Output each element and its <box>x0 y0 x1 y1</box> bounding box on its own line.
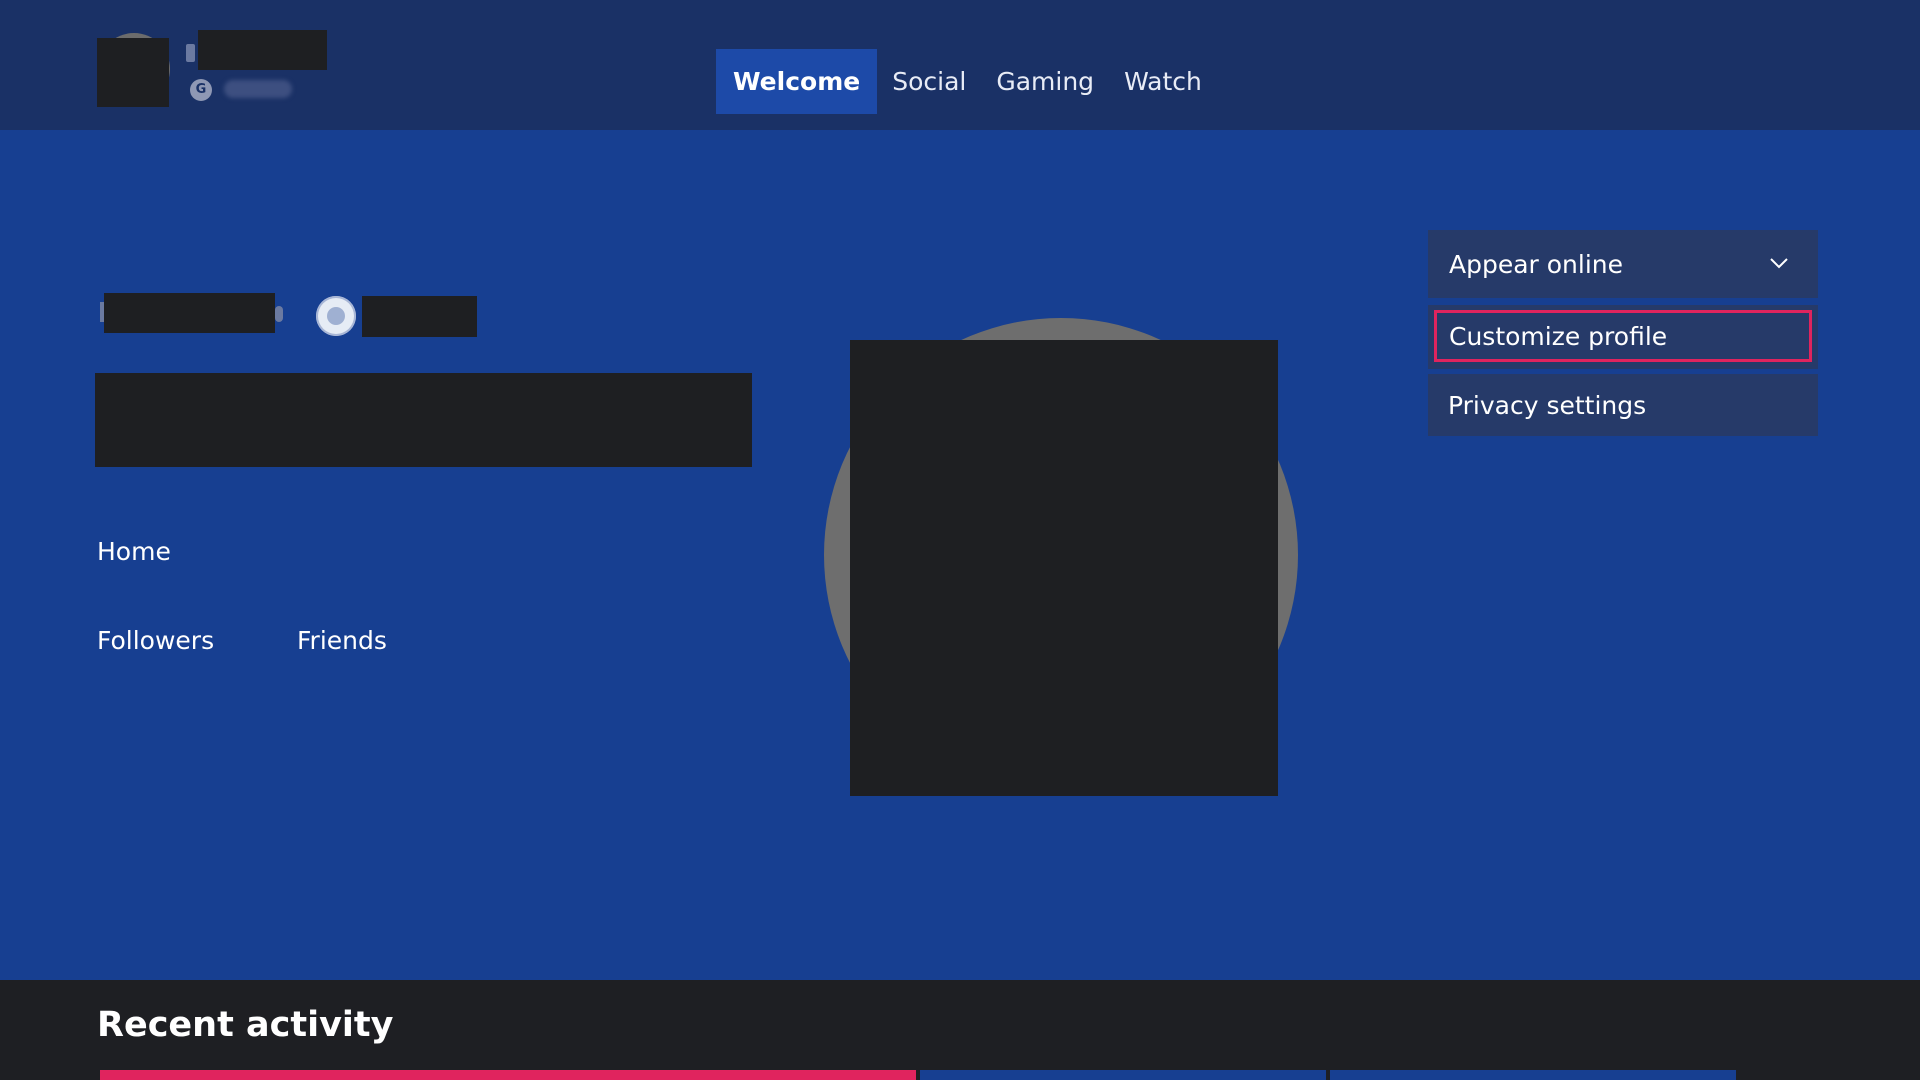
activity-card[interactable] <box>100 1070 916 1080</box>
recent-activity-title: Recent activity <box>97 1005 394 1045</box>
profile-bio <box>95 373 752 467</box>
customize-profile-button[interactable]: Customize profile <box>1428 305 1818 369</box>
focus-ring: Customize profile <box>1434 310 1812 362</box>
gamerscore-icon <box>316 296 356 336</box>
profile-link-friends[interactable]: Friends <box>297 626 387 655</box>
tab-watch[interactable]: Watch <box>1109 49 1217 114</box>
profile-gamertag <box>104 293 275 333</box>
header-gamertag <box>198 30 327 70</box>
status-dropdown[interactable]: Appear online <box>1428 230 1818 298</box>
chevron-down-icon <box>1770 258 1788 269</box>
status-dropdown-value: Appear online <box>1449 249 1624 279</box>
privacy-settings-label: Privacy settings <box>1448 390 1647 420</box>
activity-card[interactable] <box>1330 1070 1736 1080</box>
privacy-settings-button[interactable]: Privacy settings <box>1428 374 1818 436</box>
header-gamerscore-value <box>224 80 292 98</box>
profile-name-edge <box>275 306 283 322</box>
header-gamertag-edge <box>186 44 195 62</box>
header-avatar[interactable] <box>97 38 169 107</box>
avatar <box>850 340 1278 796</box>
profile-link-home[interactable]: Home <box>97 537 171 566</box>
tab-welcome[interactable]: Welcome <box>716 49 878 114</box>
profile-gamerscore <box>362 296 477 337</box>
customize-profile-label: Customize profile <box>1449 321 1668 351</box>
tab-social[interactable]: Social <box>877 49 981 114</box>
profile-link-followers[interactable]: Followers <box>97 626 214 655</box>
activity-card[interactable] <box>920 1070 1326 1080</box>
tab-gaming[interactable]: Gaming <box>981 49 1109 114</box>
gamerscore-icon: G <box>190 79 212 101</box>
top-nav: Welcome Social Gaming Watch <box>716 49 1217 114</box>
